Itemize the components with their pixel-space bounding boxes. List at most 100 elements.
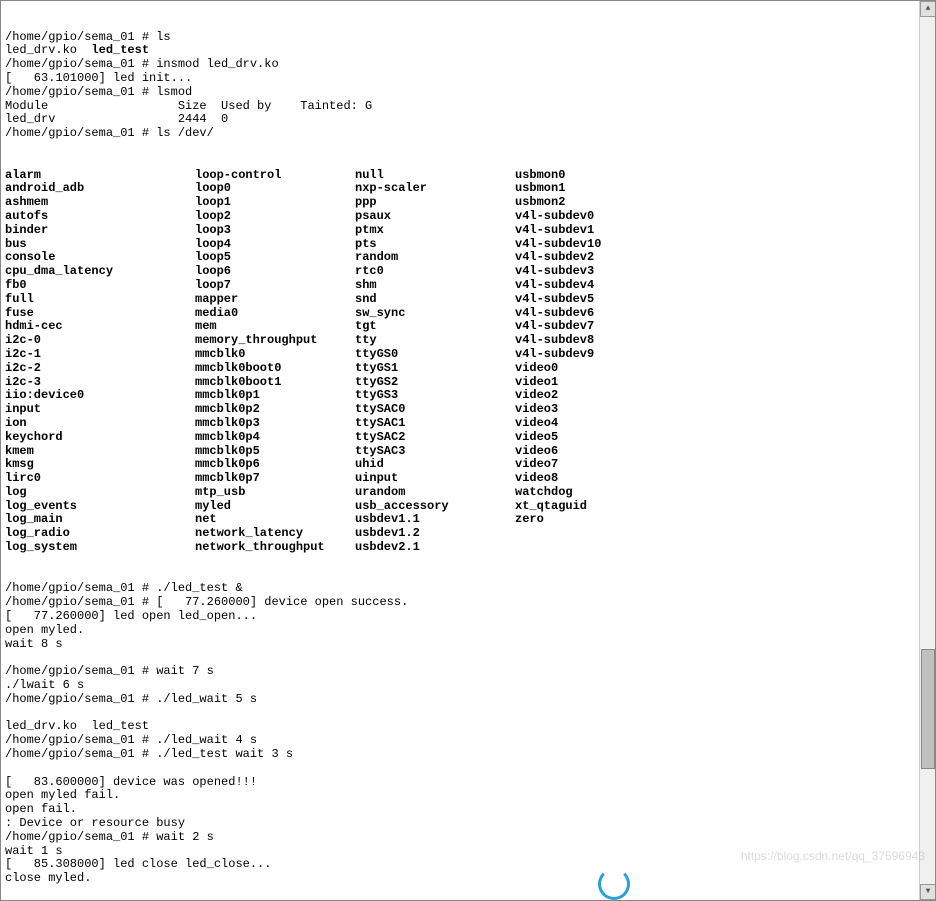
dev-entry: loop0 [195, 182, 355, 196]
terminal-line: /home/gpio/sema_01 # [ 77.260000] device… [5, 596, 931, 610]
dev-entry: ion [5, 417, 195, 431]
dev-entry: video7 [515, 458, 931, 472]
dev-entry: nxp-scaler [355, 182, 515, 196]
dev-entry: psaux [355, 210, 515, 224]
terminal-line [5, 762, 931, 776]
terminal-line: open myled fail. [5, 789, 931, 803]
dev-entry: xt_qtaguid [515, 500, 931, 514]
dev-entry: hdmi-cec [5, 320, 195, 334]
dev-entry: binder [5, 224, 195, 238]
dev-entry: video0 [515, 362, 931, 376]
dev-entry: network_throughput [195, 541, 355, 555]
dev-entry: loop3 [195, 224, 355, 238]
dev-entry: lirc0 [5, 472, 195, 486]
dev-entry: autofs [5, 210, 195, 224]
dev-entry: mmcblk0 [195, 348, 355, 362]
terminal-window: /home/gpio/sema_01 # lsled_drv.ko led_te… [0, 0, 936, 901]
dev-entry: video8 [515, 472, 931, 486]
vertical-scrollbar[interactable]: ▲ ▼ [919, 1, 935, 900]
dev-entry: cpu_dma_latency [5, 265, 195, 279]
dev-entry: video1 [515, 376, 931, 390]
dev-entry: mapper [195, 293, 355, 307]
dev-entry: ashmem [5, 196, 195, 210]
watermark-text: https://blog.csdn.net/qq_37596943 [741, 850, 925, 864]
dev-entry: snd [355, 293, 515, 307]
loading-spinner-icon [598, 868, 630, 900]
dev-entry: memory_throughput [195, 334, 355, 348]
dev-entry: mtp_usb [195, 486, 355, 500]
dev-entry: keychord [5, 431, 195, 445]
terminal-line: /home/gpio/sema_01 # wait 7 s [5, 665, 931, 679]
dev-entry: usbmon0 [515, 169, 931, 183]
scroll-up-arrow[interactable]: ▲ [920, 1, 936, 17]
dev-entry: mmcblk0boot1 [195, 376, 355, 390]
dev-entry: kmem [5, 445, 195, 459]
dev-entry: network_latency [195, 527, 355, 541]
terminal-line: /home/gpio/sema_01 # insmod led_drv.ko [5, 58, 931, 72]
scroll-down-arrow[interactable]: ▼ [920, 884, 936, 900]
dev-entry [515, 541, 931, 555]
dev-entry: iio:device0 [5, 389, 195, 403]
terminal-line: /home/gpio/sema_01 # ./led_test & [5, 582, 931, 596]
dev-entry: v4l-subdev6 [515, 307, 931, 321]
dev-entry: tgt [355, 320, 515, 334]
dev-entry: ttyGS2 [355, 376, 515, 390]
dev-entry: video4 [515, 417, 931, 431]
dev-entry: ttyGS1 [355, 362, 515, 376]
dev-entry: usb_accessory [355, 500, 515, 514]
terminal-line: led_drv.ko led_test [5, 44, 931, 58]
dev-entry: video6 [515, 445, 931, 459]
dev-entry: urandom [355, 486, 515, 500]
dev-entry: log_radio [5, 527, 195, 541]
dev-entry: i2c-3 [5, 376, 195, 390]
dev-entry: v4l-subdev4 [515, 279, 931, 293]
dev-entry: mmcblk0boot0 [195, 362, 355, 376]
dev-entry: v4l-subdev7 [515, 320, 931, 334]
terminal-output[interactable]: /home/gpio/sema_01 # lsled_drv.ko led_te… [1, 1, 935, 901]
dev-entry: log_events [5, 500, 195, 514]
terminal-line [5, 651, 931, 665]
dev-entry: mmcblk0p3 [195, 417, 355, 431]
dev-entry: mmcblk0p4 [195, 431, 355, 445]
dev-entry: sw_sync [355, 307, 515, 321]
dev-entry: i2c-0 [5, 334, 195, 348]
dev-entry: loop1 [195, 196, 355, 210]
dev-entry: log_system [5, 541, 195, 555]
dev-entry: ttySAC0 [355, 403, 515, 417]
dev-entry: input [5, 403, 195, 417]
dev-entry: uinput [355, 472, 515, 486]
dev-entry: v4l-subdev1 [515, 224, 931, 238]
dev-entry: loop7 [195, 279, 355, 293]
dev-entry: uhid [355, 458, 515, 472]
dev-entry: bus [5, 238, 195, 252]
terminal-line: /home/gpio/sema_01 # ./led_wait 5 s [5, 693, 931, 707]
terminal-line: /home/gpio/sema_01 # ls /dev/ [5, 127, 931, 141]
dev-entry: usbmon2 [515, 196, 931, 210]
dev-entry: fuse [5, 307, 195, 321]
dev-entry: v4l-subdev0 [515, 210, 931, 224]
dev-entry: console [5, 251, 195, 265]
dev-entry: full [5, 293, 195, 307]
dev-entry: loop-control [195, 169, 355, 183]
scroll-thumb[interactable] [921, 649, 935, 769]
dev-entry: mmcblk0p5 [195, 445, 355, 459]
terminal-line: open myled. [5, 624, 931, 638]
dev-entry: mmcblk0p2 [195, 403, 355, 417]
dev-entry: mmcblk0p6 [195, 458, 355, 472]
dev-entry: usbdev2.1 [355, 541, 515, 555]
terminal-line: [ 63.101000] led init... [5, 72, 931, 86]
dev-entry: usbmon1 [515, 182, 931, 196]
dev-entry: i2c-1 [5, 348, 195, 362]
dev-entry: null [355, 169, 515, 183]
terminal-line: [ 83.600000] device was opened!!! [5, 776, 931, 790]
terminal-line: led_drv 2444 0 [5, 113, 931, 127]
terminal-line [5, 707, 931, 721]
dev-entry: android_adb [5, 182, 195, 196]
dev-entry: v4l-subdev5 [515, 293, 931, 307]
dev-entry: log [5, 486, 195, 500]
dev-entry: shm [355, 279, 515, 293]
dev-entry: net [195, 513, 355, 527]
dev-entry: kmsg [5, 458, 195, 472]
dev-entry: i2c-2 [5, 362, 195, 376]
terminal-line: /home/gpio/sema_01 # lsmod [5, 86, 931, 100]
